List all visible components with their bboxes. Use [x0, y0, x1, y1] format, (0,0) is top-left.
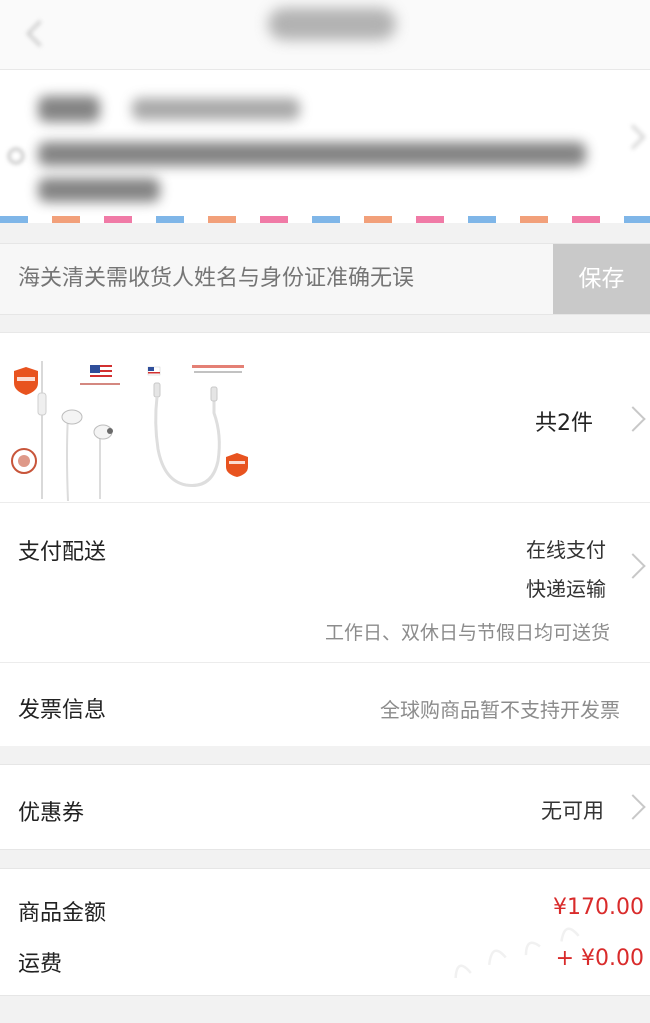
- us-flag-icon: [147, 366, 161, 376]
- product-thumbnails: [11, 361, 248, 502]
- invoice-label: 发票信息: [18, 698, 107, 723]
- top-nav-bar: [0, 0, 650, 70]
- invoice-value: 全球购商品暂不支持开发票: [380, 698, 620, 722]
- payment-delivery-label: 支付配送: [18, 540, 107, 565]
- delivery-note: 工作日、双休日与节假日均可送货: [324, 622, 610, 644]
- id-verification-input[interactable]: [0, 244, 552, 314]
- payment-method-value: 在线支付: [526, 538, 606, 562]
- shipping-address-card[interactable]: [0, 70, 650, 223]
- chevron-right-icon[interactable]: [620, 406, 646, 432]
- earphones-image: [37, 361, 113, 502]
- shipping-fee-label: 运费: [18, 952, 63, 977]
- product-label-text: [192, 365, 244, 373]
- save-button[interactable]: 保存: [553, 244, 650, 314]
- payment-delivery-row[interactable]: 支付配送 在线支付 快递运输 工作日、双休日与节假日均可送货: [0, 502, 650, 662]
- lightning-cable-image: [153, 382, 221, 487]
- coupon-row[interactable]: 优惠券 无可用: [0, 764, 650, 850]
- product-summary-row[interactable]: 共2件: [0, 332, 650, 502]
- coupon-label: 优惠券: [18, 801, 85, 826]
- chevron-right-icon[interactable]: [620, 794, 646, 820]
- chevron-right-icon[interactable]: [620, 553, 646, 579]
- id-verification-bar: 保存: [0, 243, 650, 315]
- shield-badge-icon: [14, 367, 38, 395]
- us-flag-icon: [80, 365, 120, 385]
- page-title-blurred: [268, 8, 396, 40]
- item-count: 共2件: [535, 411, 593, 436]
- address-envelope-stripe: [0, 216, 650, 223]
- address-line-2-blurred: [38, 178, 160, 202]
- recipient-phone-blurred: [132, 98, 300, 120]
- location-pin-icon: [8, 148, 24, 164]
- address-line-1-blurred: [38, 142, 586, 166]
- seal-stamp-icon: [11, 448, 37, 474]
- delivery-method-value: 快递运输: [526, 577, 606, 601]
- subtotal-label: 商品金额: [18, 901, 107, 926]
- invoice-row: 发票信息 全球购商品暂不支持开发票: [0, 662, 650, 746]
- coupon-value: 无可用: [541, 799, 604, 823]
- shield-badge-icon: [226, 453, 248, 477]
- recipient-name-blurred: [38, 96, 100, 122]
- back-arrow-icon[interactable]: [22, 20, 48, 46]
